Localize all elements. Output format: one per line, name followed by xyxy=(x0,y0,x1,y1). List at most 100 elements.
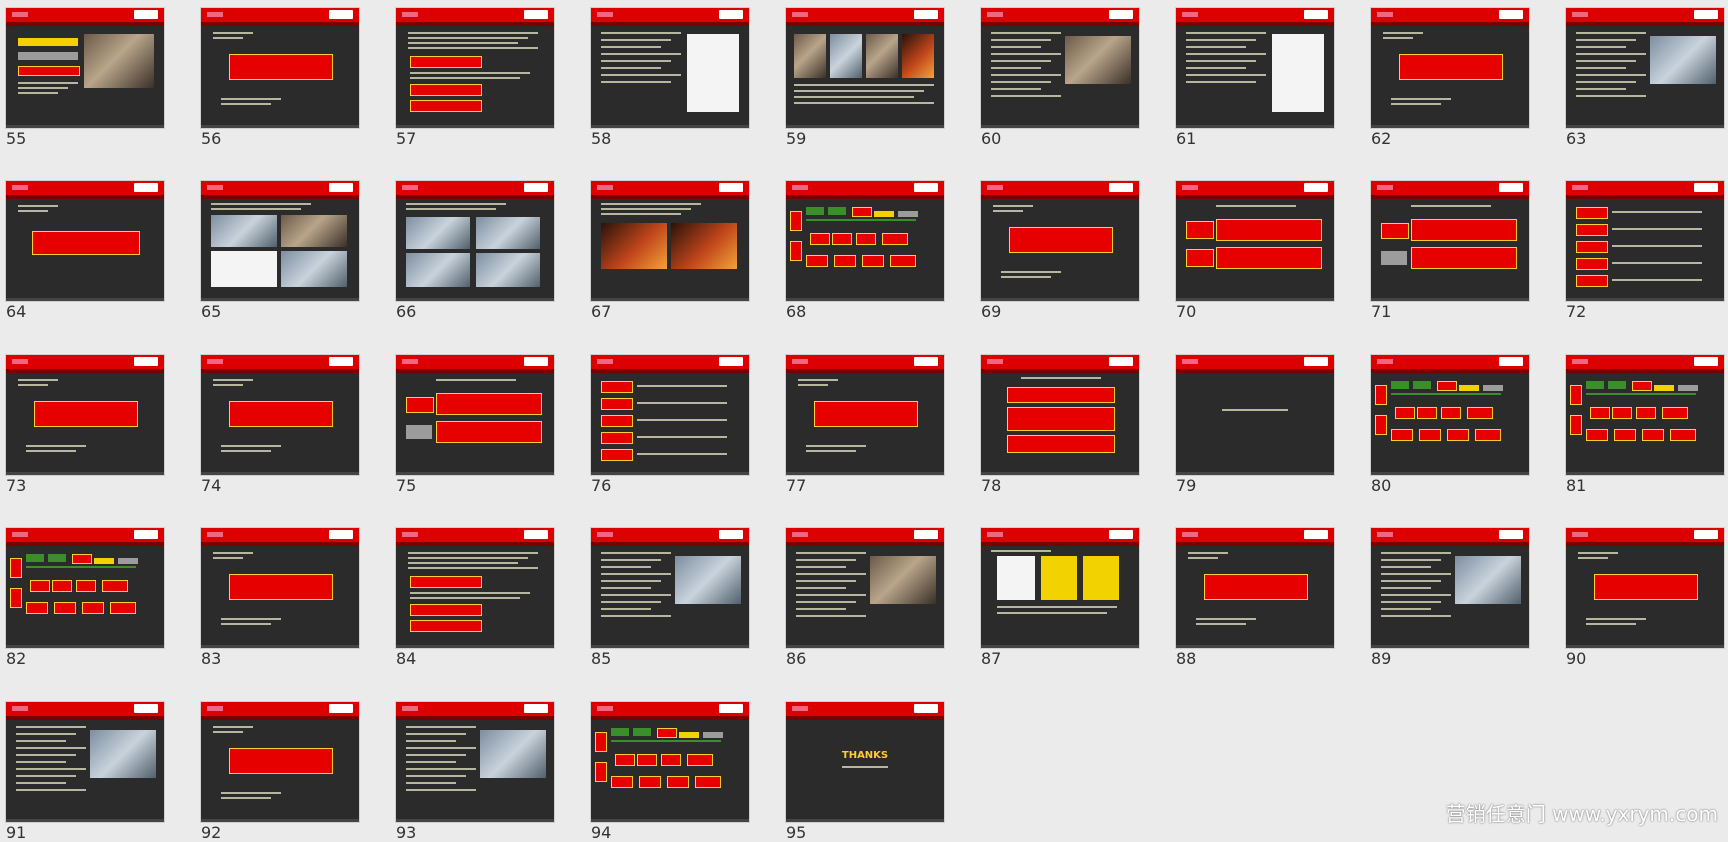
slide-preview[interactable] xyxy=(786,181,944,301)
slide-header-bar xyxy=(396,181,554,195)
slide-preview[interactable] xyxy=(1371,528,1529,648)
slide-preview[interactable] xyxy=(786,8,944,128)
slide-thumbnail[interactable]: 60 xyxy=(975,0,1139,148)
slide-preview[interactable] xyxy=(591,181,749,301)
brand-logo xyxy=(329,357,353,366)
slide-thumbnail[interactable]: 79 xyxy=(1170,347,1334,495)
slide-preview[interactable] xyxy=(1371,355,1529,475)
slide-thumbnail[interactable]: 76 xyxy=(585,347,749,495)
slide-preview[interactable] xyxy=(786,355,944,475)
slide-thumbnail[interactable]: 84 xyxy=(390,520,554,668)
slide-thumbnail[interactable]: 71 xyxy=(1365,173,1529,321)
slide-thumbnail[interactable]: 55 xyxy=(0,0,164,148)
slide-preview[interactable] xyxy=(981,355,1139,475)
slide-preview[interactable] xyxy=(1371,181,1529,301)
slide-preview[interactable] xyxy=(201,8,359,128)
slide-preview[interactable] xyxy=(6,528,164,648)
slide-thumbnail[interactable]: 87 xyxy=(975,520,1139,668)
slide-thumbnail[interactable]: 64 xyxy=(0,173,164,321)
text-line xyxy=(997,612,1107,614)
slide-preview[interactable] xyxy=(1566,181,1724,301)
slide-preview[interactable] xyxy=(396,8,554,128)
slide-preview[interactable] xyxy=(396,528,554,648)
slide-preview[interactable] xyxy=(6,8,164,128)
slide-header-bar xyxy=(201,355,359,369)
slide-thumbnail[interactable]: 81 xyxy=(1560,347,1724,495)
slide-footer xyxy=(396,472,554,475)
slide-thumbnail[interactable]: 68 xyxy=(780,173,944,321)
slide-preview[interactable] xyxy=(786,528,944,648)
slide-thumbnail[interactable]: 65 xyxy=(195,173,359,321)
slide-preview[interactable] xyxy=(981,8,1139,128)
slide-preview[interactable] xyxy=(1566,8,1724,128)
slide-preview[interactable] xyxy=(396,702,554,822)
slide-thumbnail[interactable]: 59 xyxy=(780,0,944,148)
header-band xyxy=(591,195,749,199)
slide-preview[interactable] xyxy=(591,528,749,648)
header-mark xyxy=(12,185,28,190)
slide-preview[interactable] xyxy=(981,528,1139,648)
slide-thumbnail[interactable]: 72 xyxy=(1560,173,1724,321)
slide-preview[interactable] xyxy=(6,702,164,822)
slide-thumbnail[interactable]: 57 xyxy=(390,0,554,148)
slide-thumbnail[interactable]: 77 xyxy=(780,347,944,495)
slide-preview[interactable] xyxy=(1176,355,1334,475)
slide-thumbnail[interactable]: 66 xyxy=(390,173,554,321)
slide-thumbnail[interactable]: 82 xyxy=(0,520,164,668)
slide-thumbnail[interactable]: 78 xyxy=(975,347,1139,495)
slide-thumbnail[interactable]: 56 xyxy=(195,0,359,148)
header-mark xyxy=(402,532,418,537)
slide-preview[interactable] xyxy=(201,702,359,822)
slide-footer xyxy=(1371,472,1529,475)
slide-thumbnail[interactable]: 83 xyxy=(195,520,359,668)
slide-preview[interactable] xyxy=(1371,8,1529,128)
slide-preview[interactable] xyxy=(1566,355,1724,475)
slide-preview[interactable] xyxy=(1176,8,1334,128)
slide-thumbnail[interactable]: 80 xyxy=(1365,347,1529,495)
slide-preview[interactable] xyxy=(396,181,554,301)
slide-thumbnail[interactable]: 67 xyxy=(585,173,749,321)
slide-thumbnail[interactable]: 91 xyxy=(0,694,164,842)
slide-preview[interactable] xyxy=(396,355,554,475)
slide-number: 55 xyxy=(6,129,27,148)
slide-thumbnail[interactable]: 69 xyxy=(975,173,1139,321)
slide-thumbnail[interactable]: 90 xyxy=(1560,520,1724,668)
slide-thumbnail[interactable]: 74 xyxy=(195,347,359,495)
slide-thumbnail[interactable]: 61 xyxy=(1170,0,1334,148)
slide-thumbnail[interactable]: 93 xyxy=(390,694,554,842)
slide-preview[interactable] xyxy=(201,528,359,648)
slide-thumbnail[interactable]: 70 xyxy=(1170,173,1334,321)
slide-preview[interactable] xyxy=(201,355,359,475)
slide-preview[interactable] xyxy=(6,181,164,301)
slide-preview[interactable] xyxy=(1566,528,1724,648)
slide-thumbnail[interactable]: 94 xyxy=(585,694,749,842)
slide-thumbnail[interactable]: 85 xyxy=(585,520,749,668)
flow-node xyxy=(882,233,908,245)
slide-header-bar xyxy=(1371,528,1529,542)
slide-thumbnail[interactable]: 86 xyxy=(780,520,944,668)
slide-thumbnail[interactable]: 75 xyxy=(390,347,554,495)
slide-thumbnail[interactable]: 62 xyxy=(1365,0,1529,148)
text-line xyxy=(1381,559,1441,561)
slide-header-bar xyxy=(786,181,944,195)
slide-preview[interactable] xyxy=(591,8,749,128)
slide-footer xyxy=(6,819,164,822)
text-line xyxy=(601,573,671,575)
slide-thumbnail[interactable]: 89 xyxy=(1365,520,1529,668)
slide-thumbnail[interactable]: THANKS 95 xyxy=(780,694,944,842)
text-line xyxy=(991,81,1051,83)
slide-thumbnail[interactable]: 88 xyxy=(1170,520,1334,668)
text-line xyxy=(637,453,727,455)
slide-preview[interactable] xyxy=(6,355,164,475)
slide-thumbnail[interactable]: 63 xyxy=(1560,0,1724,148)
slide-thumbnail[interactable]: 92 xyxy=(195,694,359,842)
slide-preview[interactable] xyxy=(201,181,359,301)
slide-preview[interactable] xyxy=(1176,181,1334,301)
slide-preview[interactable] xyxy=(1176,528,1334,648)
slide-preview[interactable] xyxy=(981,181,1139,301)
slide-preview[interactable] xyxy=(591,355,749,475)
slide-thumbnail[interactable]: 58 xyxy=(585,0,749,148)
slide-thumbnail[interactable]: 73 xyxy=(0,347,164,495)
slide-preview[interactable] xyxy=(591,702,749,822)
slide-preview[interactable]: THANKS xyxy=(786,702,944,822)
